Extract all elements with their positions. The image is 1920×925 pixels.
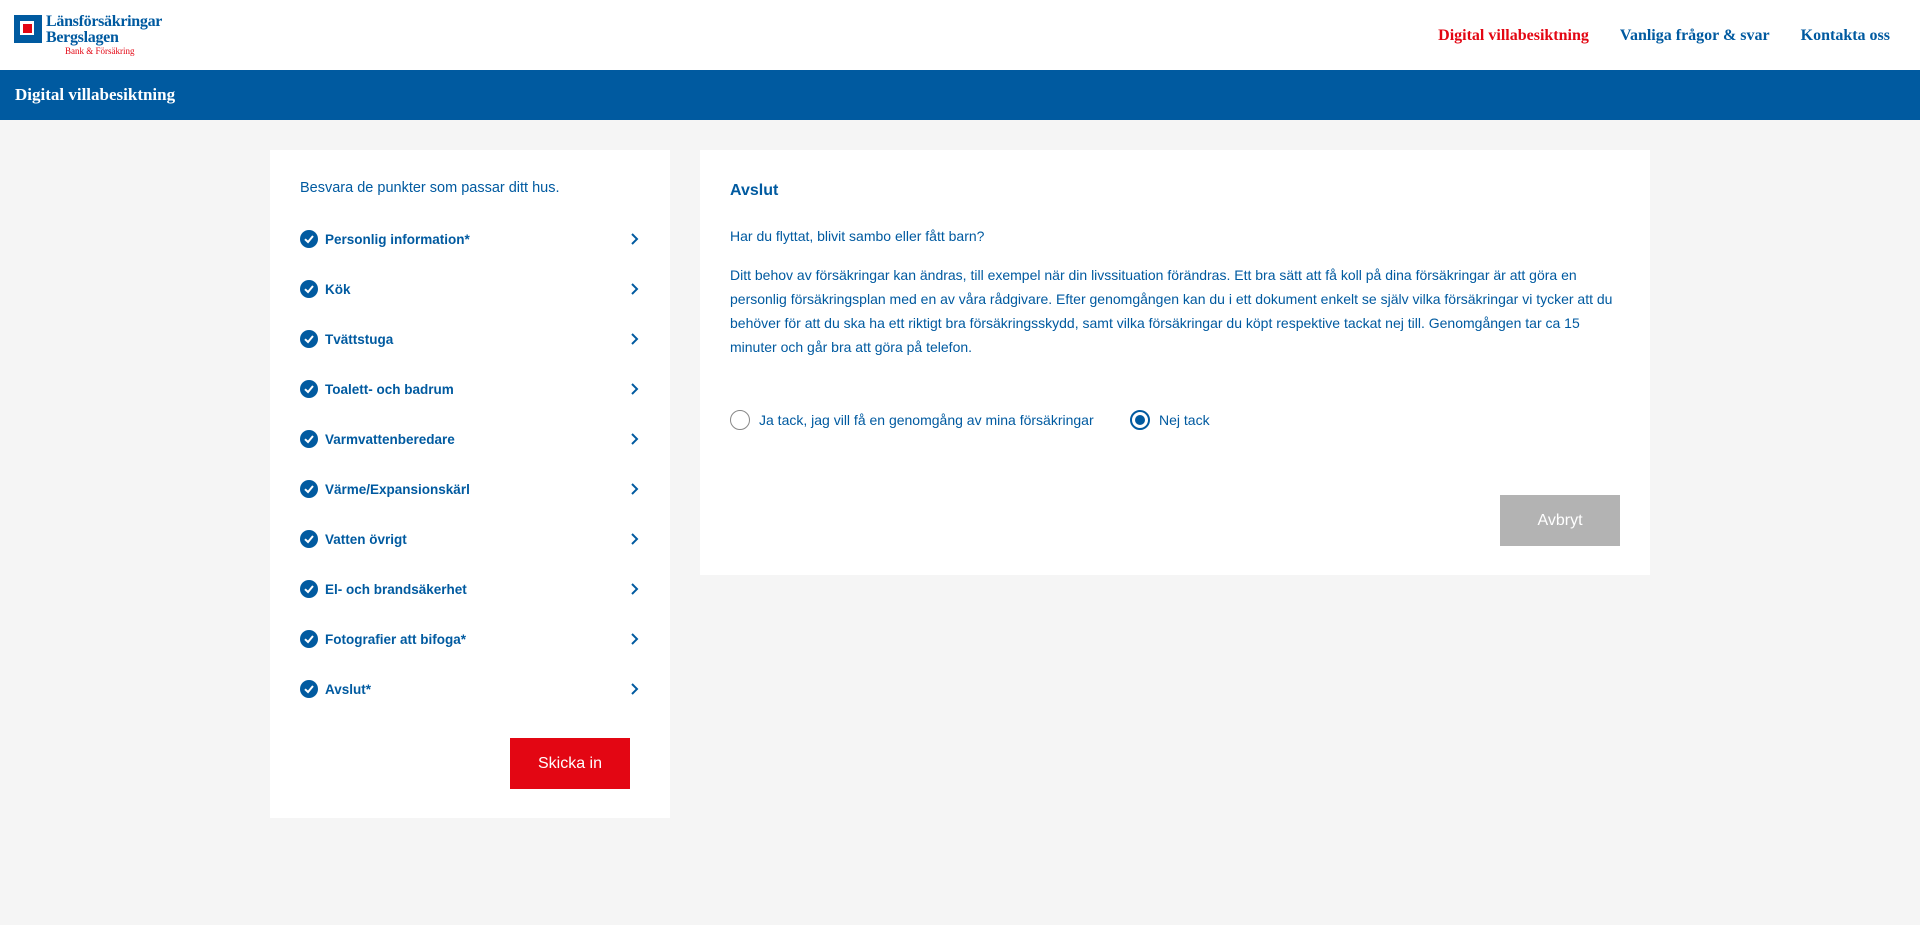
banner-title: Digital villabesiktning bbox=[15, 85, 176, 104]
sidebar-item-label: Värme/Expansionskärl bbox=[325, 481, 470, 497]
check-circle-icon bbox=[300, 330, 318, 348]
sidebar-item-label: Personlig information* bbox=[325, 231, 470, 247]
check-circle-icon bbox=[300, 680, 318, 698]
sidebar-item-label: Avslut* bbox=[325, 681, 372, 697]
chevron-right-icon bbox=[631, 433, 639, 445]
radio-button-checked[interactable] bbox=[1130, 410, 1150, 430]
logo-line-2: Bergslagen bbox=[46, 29, 119, 46]
submit-button[interactable]: Skicka in bbox=[510, 738, 630, 789]
chevron-right-icon bbox=[631, 483, 639, 495]
check-circle-icon bbox=[300, 630, 318, 648]
sidebar-item-vatten-ovrigt[interactable]: Vatten övrigt bbox=[300, 527, 640, 551]
section-question: Har du flyttat, blivit sambo eller fått … bbox=[730, 228, 985, 244]
radio-option-nej-tack[interactable]: Nej tack bbox=[1130, 410, 1210, 430]
section-title: Avslut bbox=[730, 182, 779, 199]
sidebar-item-varme-expansionskarl[interactable]: Värme/Expansionskärl bbox=[300, 477, 640, 501]
sidebar-item-kok[interactable]: Kök bbox=[300, 277, 640, 301]
sidebar-item-label: Fotografier att bifoga* bbox=[325, 631, 466, 647]
sidebar-item-label: Toalett- och badrum bbox=[325, 381, 454, 397]
check-circle-icon bbox=[300, 530, 318, 548]
sidebar-item-tvattstuga[interactable]: Tvättstuga bbox=[300, 327, 640, 351]
logo-mark-icon bbox=[14, 15, 42, 43]
check-circle-icon bbox=[300, 430, 318, 448]
sidebar-item-avslut[interactable]: Avslut* bbox=[300, 677, 640, 701]
radio-label: Nej tack bbox=[1159, 412, 1210, 428]
check-circle-icon bbox=[300, 580, 318, 598]
radio-button-unchecked[interactable] bbox=[730, 410, 750, 430]
nav-digital-villabesiktning[interactable]: Digital villabesiktning bbox=[1438, 27, 1589, 45]
chevron-right-icon bbox=[631, 333, 639, 345]
chevron-right-icon bbox=[631, 283, 639, 295]
radio-label: Ja tack, jag vill få en genomgång av min… bbox=[759, 412, 1094, 428]
sidebar-intro: Besvara de punkter som passar ditt hus. bbox=[300, 180, 560, 196]
chevron-right-icon bbox=[631, 633, 639, 645]
nav-vanliga-fragor[interactable]: Vanliga frågor & svar bbox=[1620, 27, 1770, 45]
company-logo[interactable]: Länsförsäkringar Bergslagen Bank & Försä… bbox=[14, 14, 162, 56]
check-circle-icon bbox=[300, 480, 318, 498]
chevron-right-icon bbox=[631, 683, 639, 695]
radio-option-ja-tack[interactable]: Ja tack, jag vill få en genomgång av min… bbox=[730, 410, 1094, 430]
sidebar-item-label: Vatten övrigt bbox=[325, 531, 407, 547]
nav-kontakta-oss[interactable]: Kontakta oss bbox=[1801, 27, 1890, 45]
sidebar-item-el-brandsakerhet[interactable]: El- och brandsäkerhet bbox=[300, 577, 640, 601]
main-content-card: Avslut Har du flyttat, blivit sambo elle… bbox=[700, 150, 1650, 575]
sidebar-item-toalett-badrum[interactable]: Toalett- och badrum bbox=[300, 377, 640, 401]
sidebar-item-label: Tvättstuga bbox=[325, 331, 394, 347]
top-header: Länsförsäkringar Bergslagen Bank & Försä… bbox=[0, 0, 1920, 70]
logo-line-3: Bank & Försäkring bbox=[65, 46, 135, 56]
sidebar-item-varmvattenberedare[interactable]: Varmvattenberedare bbox=[300, 427, 640, 451]
section-description: Ditt behov av försäkringar kan ändras, t… bbox=[730, 267, 1613, 355]
check-circle-icon bbox=[300, 280, 318, 298]
page-banner: Digital villabesiktning bbox=[0, 70, 1920, 120]
sidebar-item-label: Varmvattenberedare bbox=[325, 431, 455, 447]
top-navigation: Digital villabesiktning Vanliga frågor &… bbox=[1438, 27, 1890, 45]
chevron-right-icon bbox=[631, 233, 639, 245]
sidebar-item-personlig-information[interactable]: Personlig information* bbox=[300, 227, 640, 251]
sidebar-item-label: Kök bbox=[325, 281, 351, 297]
chevron-right-icon bbox=[631, 583, 639, 595]
logo-line-1: Länsförsäkringar bbox=[46, 13, 163, 30]
check-circle-icon bbox=[300, 230, 318, 248]
chevron-right-icon bbox=[631, 383, 639, 395]
chevron-right-icon bbox=[631, 533, 639, 545]
sidebar-item-label: El- och brandsäkerhet bbox=[325, 581, 467, 597]
sidebar-item-fotografier[interactable]: Fotografier att bifoga* bbox=[300, 627, 640, 651]
cancel-button[interactable]: Avbryt bbox=[1500, 495, 1620, 546]
sidebar-card: Besvara de punkter som passar ditt hus. … bbox=[270, 150, 670, 818]
check-circle-icon bbox=[300, 380, 318, 398]
